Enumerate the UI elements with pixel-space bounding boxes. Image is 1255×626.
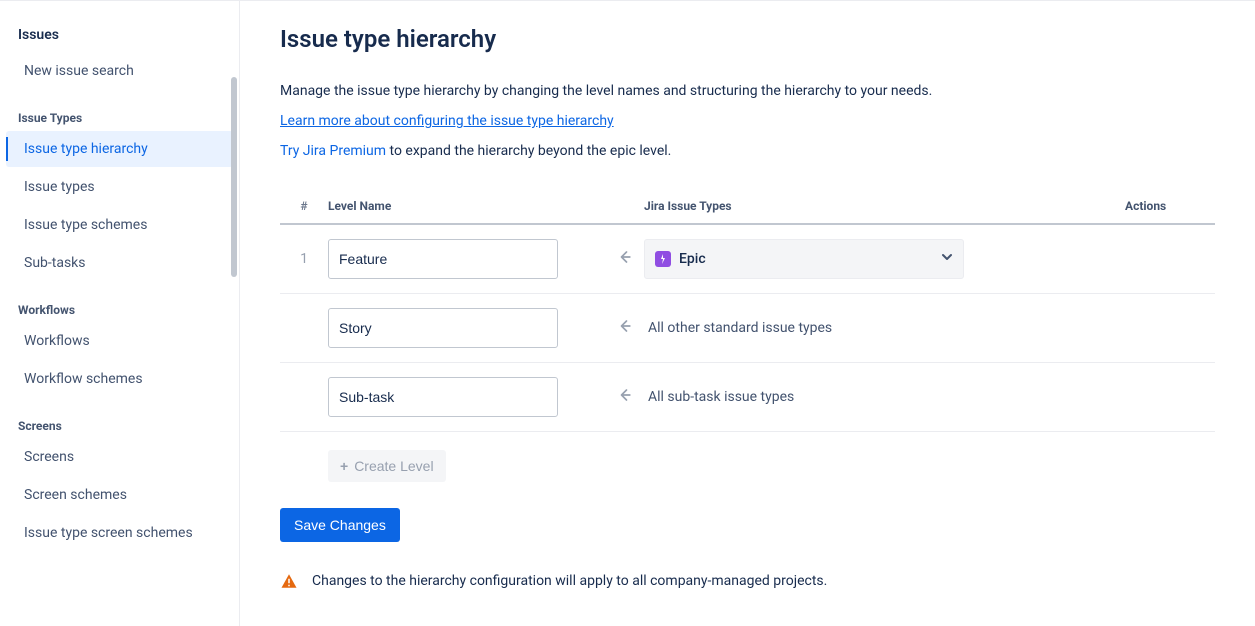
hierarchy-table: # Level Name Jira Issue Types Actions 1 bbox=[280, 199, 1215, 482]
hierarchy-row: 1 Epic bbox=[280, 225, 1215, 294]
learn-more-link[interactable]: Learn more about configuring the issue t… bbox=[280, 113, 614, 129]
warning-line: Changes to the hierarchy configuration w… bbox=[280, 572, 1215, 590]
premium-rest: to expand the hierarchy beyond the epic … bbox=[386, 143, 671, 159]
row-index: 1 bbox=[280, 251, 328, 267]
header-actions: Actions bbox=[1125, 199, 1215, 213]
create-level-button[interactable]: + Create Level bbox=[328, 450, 446, 482]
sidebar-item-issue-type-schemes[interactable]: Issue type schemes bbox=[6, 207, 233, 243]
sidebar-item-sub-tasks[interactable]: Sub-tasks bbox=[6, 245, 233, 281]
sidebar: Issues New issue search Issue Types Issu… bbox=[0, 1, 240, 626]
main-content: Issue type hierarchy Manage the issue ty… bbox=[240, 1, 1255, 626]
sidebar-item-screen-schemes[interactable]: Screen schemes bbox=[6, 477, 233, 513]
header-level-name: Level Name bbox=[328, 199, 604, 213]
level-name-input[interactable] bbox=[328, 239, 558, 279]
issue-type-select[interactable]: Epic bbox=[644, 239, 964, 279]
issue-type-static-text: All other standard issue types bbox=[644, 320, 832, 336]
header-jira-issue-types: Jira Issue Types bbox=[644, 199, 1125, 213]
header-index: # bbox=[280, 199, 328, 213]
sidebar-item-workflow-schemes[interactable]: Workflow schemes bbox=[6, 361, 233, 397]
epic-icon bbox=[655, 251, 671, 267]
level-name-input[interactable] bbox=[328, 308, 558, 348]
warning-text: Changes to the hierarchy configuration w… bbox=[312, 573, 827, 589]
try-premium-link[interactable]: Try Jira Premium bbox=[280, 143, 386, 159]
sidebar-item-new-issue-search[interactable]: New issue search bbox=[6, 53, 233, 89]
sidebar-item-issue-types[interactable]: Issue types bbox=[6, 169, 233, 205]
sidebar-scrollbar-track[interactable] bbox=[229, 77, 239, 626]
issue-type-static-text: All sub-task issue types bbox=[644, 389, 794, 405]
sidebar-scrollbar-thumb[interactable] bbox=[231, 77, 237, 277]
sidebar-item-screens[interactable]: Screens bbox=[6, 439, 233, 475]
chevron-down-icon bbox=[941, 251, 953, 267]
page-title: Issue type hierarchy bbox=[280, 25, 1215, 53]
intro-text: Manage the issue type hierarchy by chang… bbox=[280, 83, 1215, 99]
sidebar-section-issue-types: Issue Types bbox=[0, 91, 239, 131]
hierarchy-row: All other standard issue types bbox=[280, 294, 1215, 363]
warning-icon bbox=[280, 572, 298, 590]
sidebar-section-screens: Screens bbox=[0, 399, 239, 439]
plus-icon: + bbox=[340, 458, 348, 474]
hierarchy-table-header: # Level Name Jira Issue Types Actions bbox=[280, 199, 1215, 225]
arrow-left-icon bbox=[614, 247, 634, 271]
arrow-left-icon bbox=[614, 385, 634, 409]
issue-type-select-label: Epic bbox=[679, 251, 706, 267]
sidebar-item-workflows[interactable]: Workflows bbox=[6, 323, 233, 359]
sidebar-title: Issues bbox=[0, 1, 239, 53]
arrow-left-icon bbox=[614, 316, 634, 340]
hierarchy-row: All sub-task issue types bbox=[280, 363, 1215, 432]
sidebar-item-issue-type-screen-schemes[interactable]: Issue type screen schemes bbox=[6, 515, 233, 551]
sidebar-item-issue-type-hierarchy[interactable]: Issue type hierarchy bbox=[6, 131, 233, 167]
create-level-label: Create Level bbox=[354, 458, 433, 474]
level-name-input[interactable] bbox=[328, 377, 558, 417]
save-changes-button[interactable]: Save Changes bbox=[280, 508, 400, 542]
app-root: Issues New issue search Issue Types Issu… bbox=[0, 0, 1255, 626]
sidebar-section-workflows: Workflows bbox=[0, 283, 239, 323]
